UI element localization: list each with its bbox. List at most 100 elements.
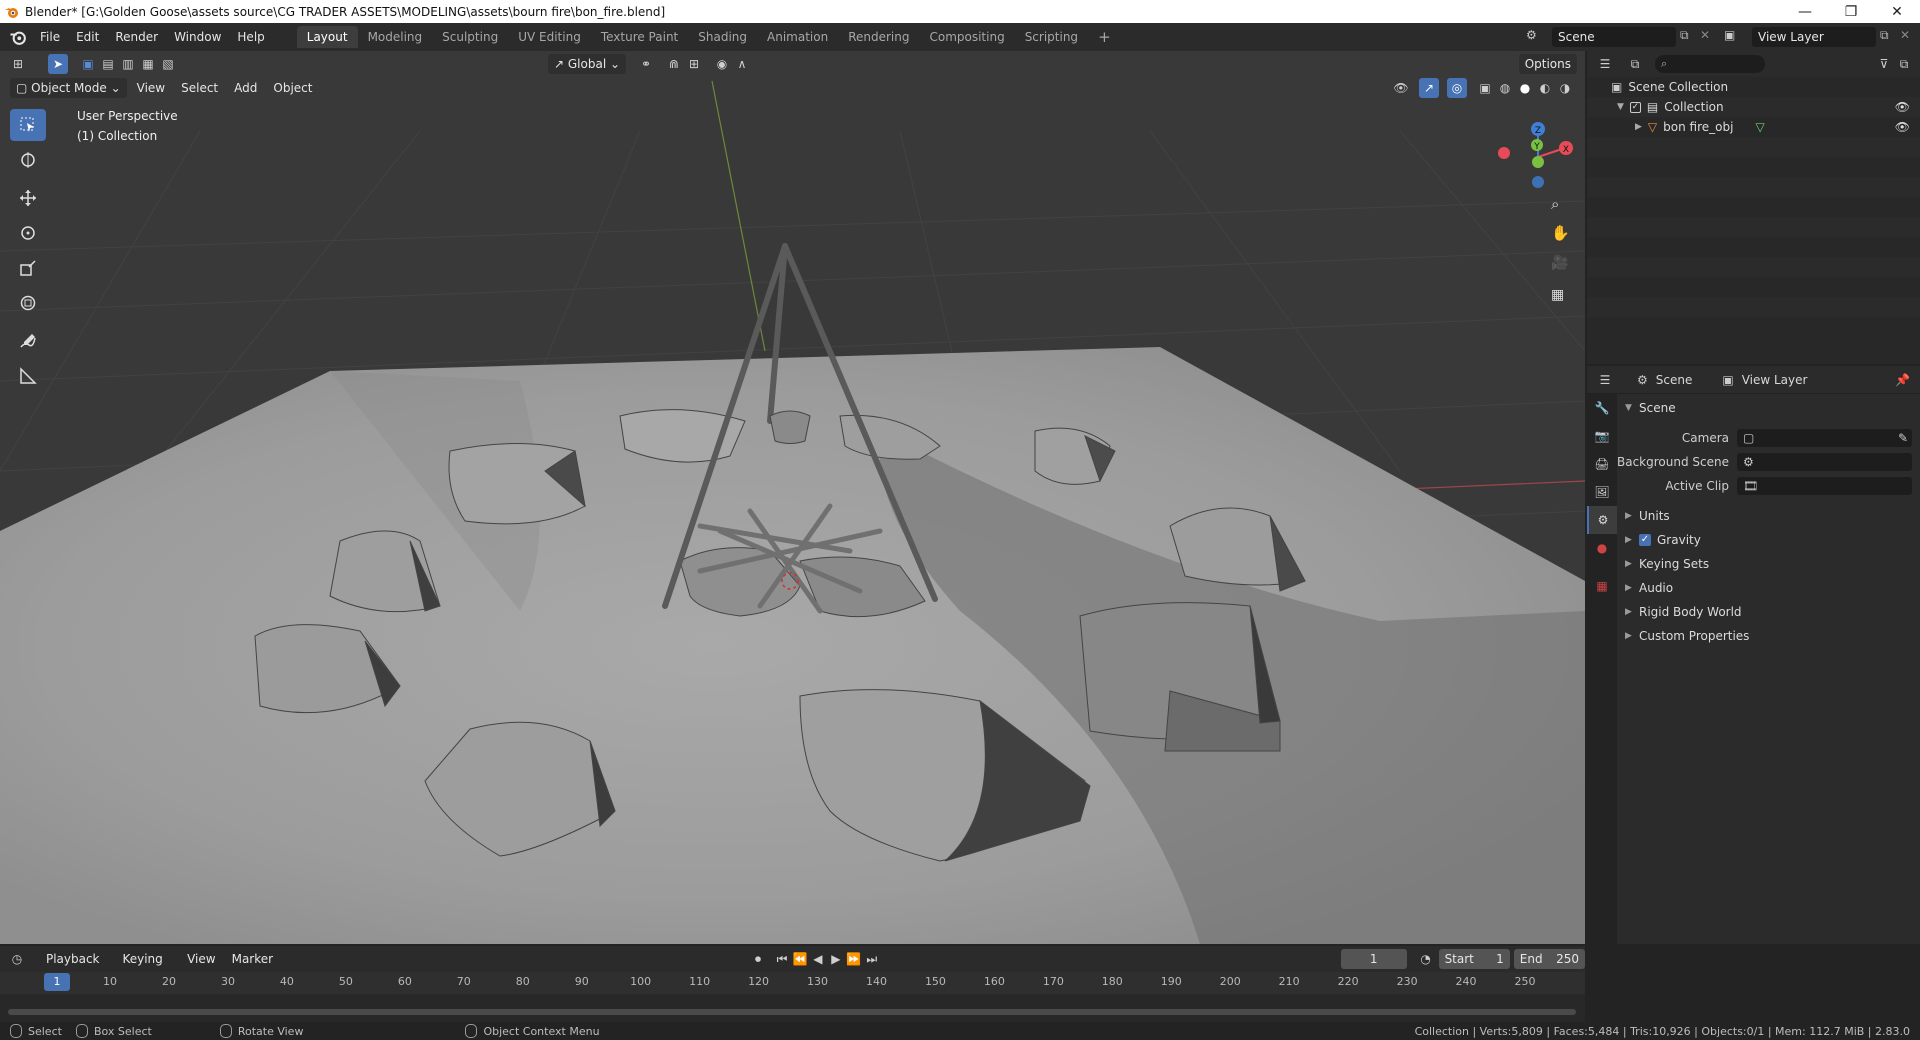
move-tool-icon[interactable] <box>10 182 46 214</box>
properties-view-layer-label[interactable]: View Layer <box>1742 373 1808 387</box>
ortho-grid-icon[interactable]: ▦ <box>1551 287 1564 303</box>
menu-object[interactable]: Object <box>267 78 318 98</box>
remove-view-layer-icon[interactable]: ✕ <box>1900 28 1910 42</box>
navigation-gizmo[interactable]: Z X Y <box>1493 112 1583 202</box>
zoom-icon[interactable]: ⌕ <box>1551 195 1559 213</box>
camera-view-icon[interactable]: 🎥 <box>1551 255 1568 271</box>
editor-type-icon[interactable]: ⊞ <box>8 54 28 74</box>
menu-select[interactable]: Select <box>175 78 224 98</box>
view-layer-icon[interactable]: ▣ <box>1724 28 1735 42</box>
select-tool-icon[interactable]: ➤ <box>48 53 68 74</box>
wireframe-shading-icon[interactable]: ◍ <box>1495 78 1515 98</box>
menu-window[interactable]: Window <box>166 26 229 48</box>
keying-menu[interactable]: Keying ⌄ <box>116 949 177 986</box>
outliner-search-input[interactable]: ⌕ <box>1655 55 1765 73</box>
annotate-tool-icon[interactable] <box>10 325 46 357</box>
outliner-editor-icon[interactable]: ☰ <box>1595 54 1615 74</box>
camera-field[interactable]: ▢ ✎ <box>1737 429 1912 447</box>
custom-properties-panel[interactable]: ▶ Custom Properties <box>1617 624 1920 648</box>
collapse-arrow-icon[interactable]: ▼ <box>1617 97 1624 117</box>
output-tab-icon[interactable]: 🖨 <box>1587 450 1617 478</box>
eye-icon[interactable]: 👁 <box>1895 97 1910 117</box>
render-tab-icon[interactable]: 📷 <box>1587 422 1617 450</box>
prev-keyframe-icon[interactable]: ⏪ <box>791 949 809 969</box>
menu-render[interactable]: Render <box>107 26 166 48</box>
maximize-button[interactable]: ❐ <box>1828 0 1874 23</box>
active-clip-field[interactable]: 🎞 <box>1737 477 1912 495</box>
snap-target-icon[interactable]: ⊞ <box>684 54 704 74</box>
select-box-tool-icon[interactable] <box>10 109 46 141</box>
orientation-dropdown[interactable]: ↗ Global ⌄ <box>548 53 627 74</box>
select-intersect-icon[interactable]: ▧ <box>158 54 178 74</box>
visibility-icon[interactable]: 👁 <box>1391 78 1411 98</box>
add-workspace-button[interactable]: + <box>1088 26 1121 48</box>
view-layer-selector[interactable]: View Layer <box>1752 27 1876 47</box>
tab-modeling[interactable]: Modeling <box>358 26 433 48</box>
scene-tab-icon[interactable]: ⚙ <box>1587 506 1617 534</box>
texture-tab-icon[interactable]: ▦ <box>1587 572 1617 600</box>
tab-scripting[interactable]: Scripting <box>1015 26 1088 48</box>
xray-icon[interactable]: ▣ <box>1475 78 1495 98</box>
record-icon[interactable]: ⏺ <box>749 949 767 969</box>
menu-edit[interactable]: Edit <box>68 26 107 48</box>
solid-shading-icon[interactable]: ● <box>1515 78 1535 98</box>
playback-menu[interactable]: Playback ⌄ <box>40 949 113 986</box>
tab-uv-editing[interactable]: UV Editing <box>508 26 591 48</box>
new-collection-icon[interactable]: ⧉ <box>1894 54 1914 74</box>
gizmo-toggle-icon[interactable]: ↗ <box>1419 78 1439 98</box>
viewport-scene[interactable] <box>0 51 1585 944</box>
tab-layout[interactable]: Layout <box>296 26 358 48</box>
tab-animation[interactable]: Animation <box>757 26 838 48</box>
tool-tab-icon[interactable]: 🔧 <box>1587 394 1617 422</box>
start-frame-field[interactable]: Start 1 <box>1438 949 1510 969</box>
menu-view[interactable]: View <box>131 78 171 98</box>
scene-icon[interactable]: ⚙ <box>1526 28 1537 42</box>
world-tab-icon[interactable]: ● <box>1587 534 1617 562</box>
new-view-layer-icon[interactable]: ⧉ <box>1880 28 1889 43</box>
outliner-row-scene-collection[interactable]: ▣ Scene Collection <box>1587 77 1920 97</box>
scene-panel-header[interactable]: ▼ Scene <box>1617 396 1920 420</box>
units-panel[interactable]: ▶ Units <box>1617 504 1920 528</box>
transform-tool-icon[interactable] <box>10 287 46 319</box>
select-subtract-icon[interactable]: ▥ <box>118 54 138 74</box>
tab-sculpting[interactable]: Sculpting <box>432 26 508 48</box>
close-button[interactable]: ✕ <box>1874 0 1920 23</box>
pan-hand-icon[interactable]: ✋ <box>1551 224 1570 242</box>
outliner-row-collection[interactable]: ▼ ✓ ▤ Collection 👁 <box>1587 97 1920 117</box>
remove-scene-icon[interactable]: ✕ <box>1700 28 1710 42</box>
minimize-button[interactable]: — <box>1782 0 1828 23</box>
falloff-icon[interactable]: ∧ <box>732 54 752 74</box>
audio-panel[interactable]: ▶ Audio <box>1617 576 1920 600</box>
timeline-view-menu[interactable]: View <box>181 949 221 969</box>
tab-shading[interactable]: Shading <box>688 26 757 48</box>
expand-arrow-icon[interactable]: ▶ <box>1635 117 1642 137</box>
select-new-icon[interactable]: ▣ <box>78 54 98 74</box>
rigid-body-world-panel[interactable]: ▶ Rigid Body World <box>1617 600 1920 624</box>
properties-editor-icon[interactable]: ☰ <box>1595 370 1615 390</box>
menu-help[interactable]: Help <box>229 26 272 48</box>
view-layer-tab-icon[interactable]: 🖼 <box>1587 478 1617 506</box>
select-invert-icon[interactable]: ▦ <box>138 54 158 74</box>
next-keyframe-icon[interactable]: ⏩ <box>845 949 863 969</box>
cursor-tool-icon[interactable] <box>10 144 46 176</box>
eye-icon[interactable]: 👁 <box>1895 117 1910 137</box>
menu-add[interactable]: Add <box>228 78 263 98</box>
scene-selector[interactable]: Scene <box>1552 27 1676 47</box>
new-scene-icon[interactable]: ⧉ <box>1680 28 1689 43</box>
options-dropdown[interactable]: Options <box>1518 53 1577 74</box>
auto-keying-icon[interactable]: ◔ <box>1417 949 1435 969</box>
pivot-icon[interactable]: ⚭ <box>636 54 656 74</box>
marker-menu[interactable]: Marker <box>226 949 279 969</box>
snap-icon[interactable]: ⋒ <box>664 54 684 74</box>
play-reverse-icon[interactable]: ◀ <box>809 949 827 969</box>
end-frame-field[interactable]: End 250 <box>1513 949 1586 969</box>
measure-tool-icon[interactable] <box>10 360 46 392</box>
select-extend-icon[interactable]: ▤ <box>98 54 118 74</box>
current-frame-field[interactable]: 1 <box>1340 949 1407 969</box>
timeline-editor-icon[interactable]: ◷ <box>8 949 26 969</box>
pin-icon[interactable]: 📌 <box>1895 373 1910 387</box>
current-frame-indicator[interactable]: 1 <box>44 973 70 991</box>
blender-menu-icon[interactable] <box>4 27 32 47</box>
display-mode-icon[interactable]: ⧉ <box>1625 54 1645 74</box>
proportional-edit-icon[interactable]: ◉ <box>712 54 732 74</box>
